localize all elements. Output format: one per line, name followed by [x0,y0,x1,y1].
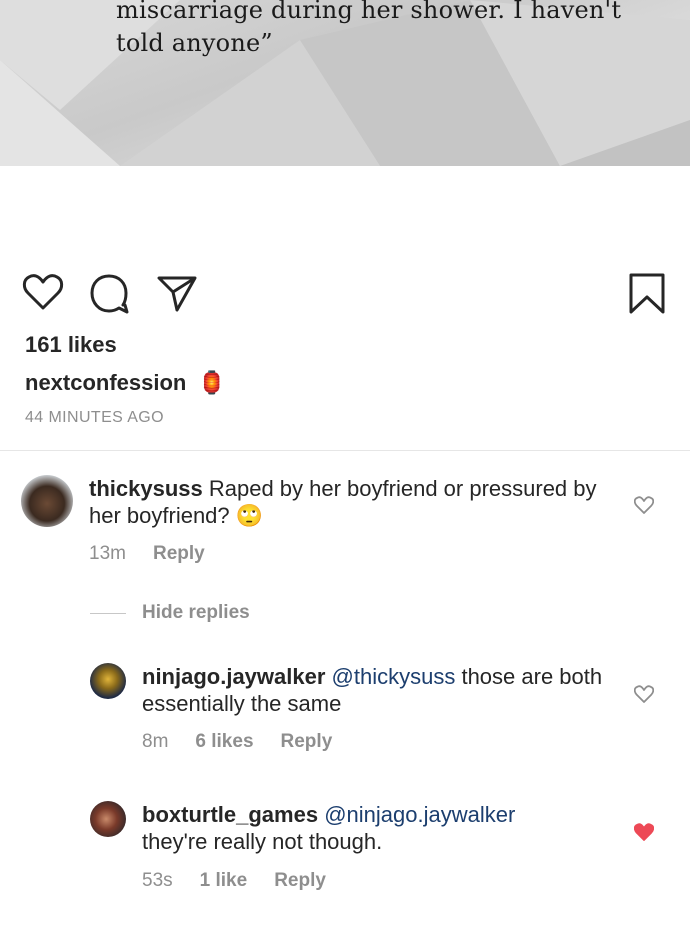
comment-username[interactable]: thickysuss [89,476,203,501]
likes-count[interactable]: 161 likes [25,332,117,358]
bookmark-icon[interactable] [628,272,666,314]
comment-meta: 13m Reply [89,543,232,565]
mention-link[interactable]: @thickysuss [332,664,456,689]
post-caption: nextconfession 🏮 [25,370,226,396]
reply-button[interactable]: Reply [274,870,326,892]
paper-plane-icon[interactable] [156,272,198,312]
thread-line [90,612,126,614]
reply-comment: ninjago.jaywalker @thickysuss those are … [142,663,612,717]
avatar[interactable] [21,475,73,527]
post-text-line: miscarriage during her shower. I haven't [116,0,622,24]
reply-meta: 8m 6 likes Reply [142,731,359,753]
comment: thickysuss Raped by her boyfriend or pre… [89,475,609,529]
reply-meta: 53s 1 like Reply [142,870,353,892]
reply-username[interactable]: ninjago.jaywalker [142,664,325,689]
lantern-emoji: 🏮 [198,370,226,395]
caption-username[interactable]: nextconfession [25,370,186,396]
avatar[interactable] [90,663,126,699]
reply-button[interactable]: Reply [281,731,333,753]
comment-time: 13m [89,543,126,564]
reply-time: 53s [142,870,173,891]
eye-roll-emoji: 🙄 [235,503,264,528]
liked-heart-icon[interactable] [634,823,654,842]
post-confession-text: miscarriage during her shower. I haven't… [116,0,636,60]
reply-username[interactable]: boxturtle_games [142,802,318,827]
reply-likes-count[interactable]: 6 likes [195,731,253,753]
action-bar [0,268,690,318]
reply-comment: boxturtle_games @ninjago.jaywalker they'… [142,801,612,855]
reply-time: 8m [142,731,169,752]
reply-button[interactable]: Reply [153,543,205,565]
avatar[interactable] [90,801,126,837]
post-text-line: told anyone” [116,29,273,57]
post-timestamp: 44 MINUTES AGO [25,409,164,426]
comment-like-heart-icon[interactable] [634,496,654,515]
reply-likes-count[interactable]: 1 like [200,870,248,892]
heart-outline-icon[interactable] [22,272,64,312]
mention-link[interactable]: @ninjago.jaywalker [324,802,515,827]
divider [0,450,690,451]
hide-replies-button[interactable]: Hide replies [90,602,250,624]
comment-bubble-icon[interactable] [89,272,131,314]
comment-like-heart-icon[interactable] [634,685,654,704]
reply-body: they're really not though. [142,829,383,854]
hide-replies-label: Hide replies [142,602,250,623]
post-image[interactable]: miscarriage during her shower. I haven't… [0,0,690,166]
